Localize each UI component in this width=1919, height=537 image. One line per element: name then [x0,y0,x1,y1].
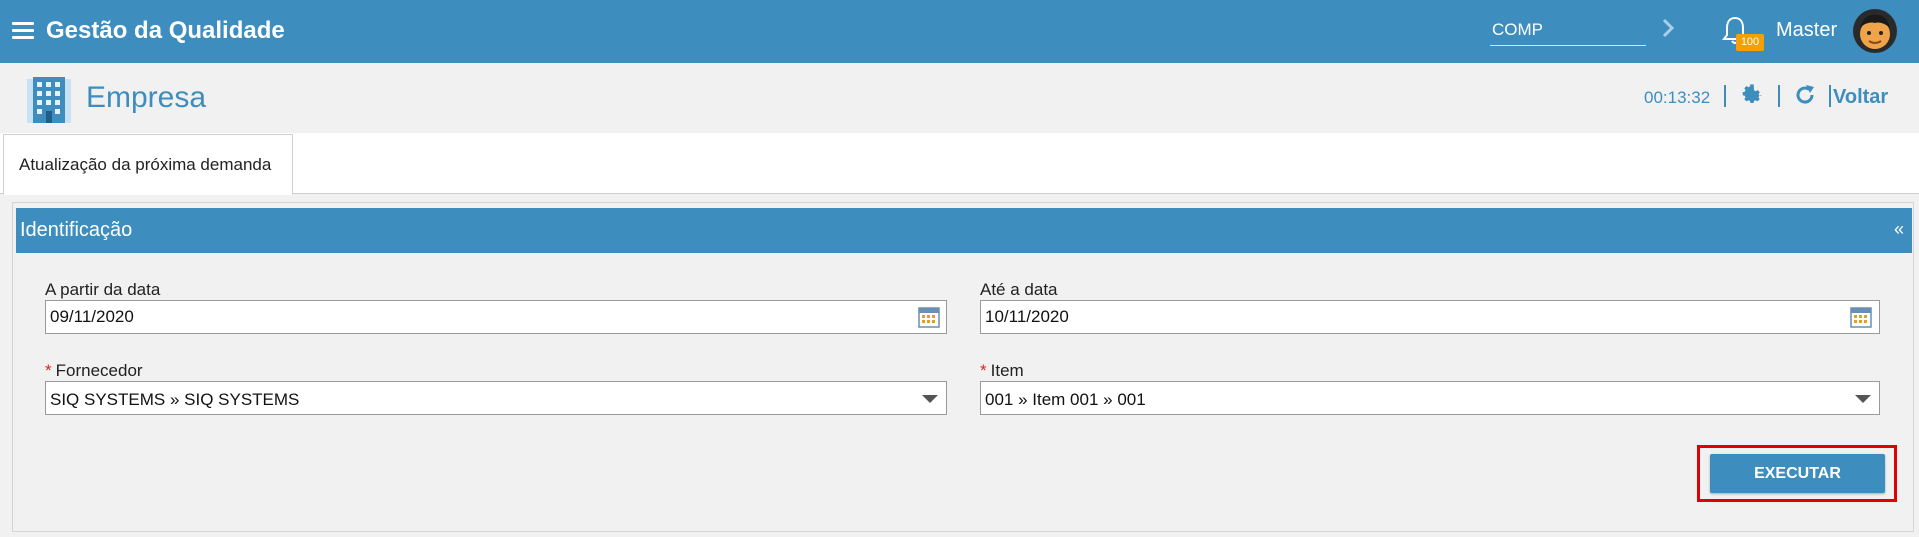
item-value: 001 » Item 001 » 001 [985,390,1146,409]
execute-button[interactable]: EXECUTAR [1710,454,1885,493]
supplier-select[interactable]: SIQ SYSTEMS » SIQ SYSTEMS [45,381,947,415]
app-title: Gestão da Qualidade [46,17,285,44]
item-label: * Item [980,361,1024,381]
notification-count-badge: 100 [1736,34,1764,51]
form-panel: Identificação « [12,202,1914,532]
chevron-down-icon [922,395,938,403]
section-title: Identificação [20,219,133,241]
gear-icon[interactable] [1740,83,1764,107]
from-date-field[interactable] [45,300,947,334]
tab-atualizacao-proxima-demanda[interactable]: Atualização da próxima demanda [3,134,293,195]
building-icon [27,77,71,123]
item-label-text: Item [990,361,1024,380]
chevron-right-icon[interactable] [1660,14,1676,42]
to-date-field[interactable] [980,300,1880,334]
to-date-label: Até a data [980,280,1058,299]
divider [1778,85,1780,107]
calendar-icon[interactable] [918,306,940,328]
session-timer: 00:13:32 [1644,88,1711,107]
supplier-value: SIQ SYSTEMS » SIQ SYSTEMS [50,390,300,409]
calendar-icon[interactable] [1850,306,1872,328]
supplier-label-text: Fornecedor [55,361,143,380]
user-name[interactable]: Master [1776,19,1837,42]
back-link[interactable]: Voltar [1833,86,1888,109]
tab-strip: Atualização da próxima demanda [0,133,1919,195]
divider [1724,85,1726,107]
supplier-label: * Fornecedor [45,361,143,381]
required-marker: * [980,361,987,380]
chevron-down-icon [1855,395,1871,403]
from-date-label: A partir da data [45,280,161,299]
required-marker: * [45,361,52,380]
company-field[interactable] [1490,14,1646,46]
divider [1829,85,1831,107]
page-title: Empresa [86,81,207,114]
user-avatar-icon[interactable] [1852,8,1898,54]
refresh-icon[interactable] [1793,83,1817,107]
page-header: Empresa 00:13:32 Voltar [0,63,1919,133]
section-header: Identificação « [16,208,1912,253]
menu-icon[interactable] [12,22,34,40]
item-select[interactable]: 001 » Item 001 » 001 [980,381,1880,415]
top-bar: Gestão da Qualidade 100 Master [0,0,1919,63]
collapse-button[interactable]: « [1894,219,1904,240]
